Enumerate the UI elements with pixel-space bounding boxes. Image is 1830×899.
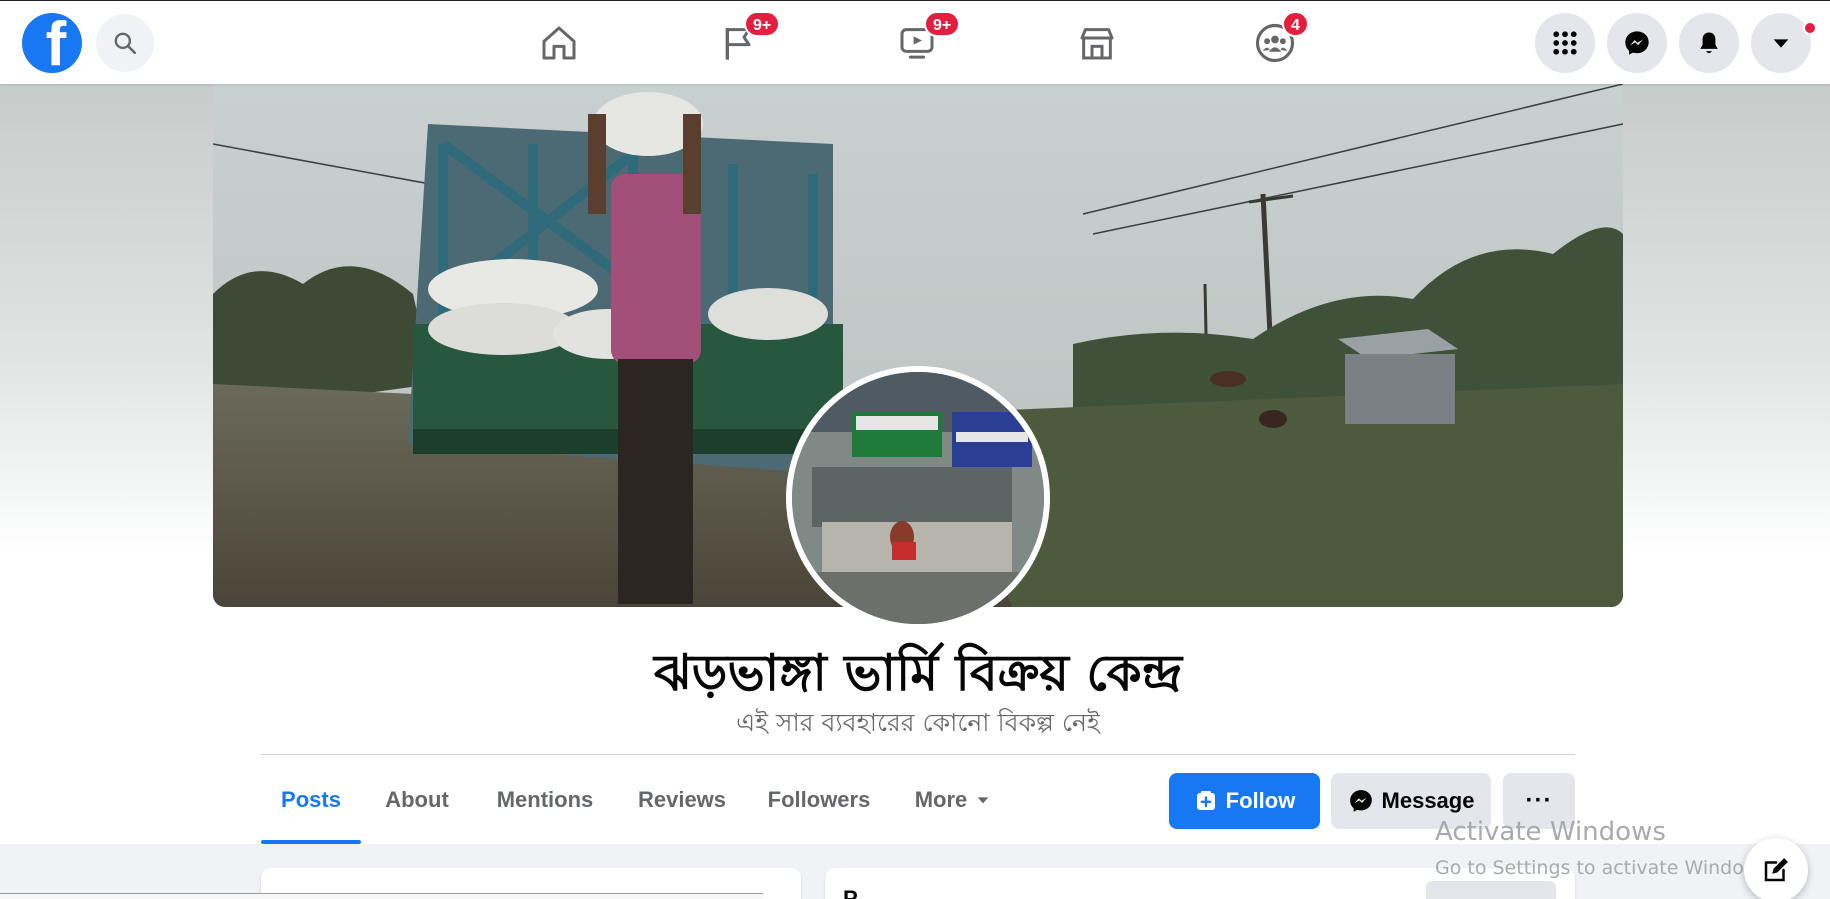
watch-badge: 9+ — [924, 11, 961, 37]
page-subtitle: এই সার ব্যবহারের কোনো বিকল্প নেই — [736, 708, 1100, 737]
menu-button[interactable] — [1535, 13, 1595, 73]
marketplace-icon — [1080, 28, 1114, 60]
search-icon — [114, 32, 137, 55]
taskbar-edge — [0, 893, 763, 899]
message-label: Message — [1381, 788, 1475, 813]
follow-label: Follow — [1225, 788, 1296, 813]
follow-page-icon — [1196, 791, 1215, 810]
tab-label: More — [914, 787, 968, 812]
notifications-button[interactable] — [1679, 13, 1739, 73]
nav-pages[interactable]: 9+ — [674, 1, 804, 85]
grid-menu-icon — [1553, 31, 1577, 55]
pages-badge: 9+ — [744, 11, 781, 37]
bell-icon — [1700, 32, 1718, 54]
tab-more[interactable]: More — [901, 756, 1005, 844]
nav-watch[interactable]: 9+ — [852, 1, 982, 85]
tab-label: Mentions — [496, 787, 594, 812]
tab-followers[interactable]: Followers — [759, 756, 879, 844]
messenger-icon — [1349, 790, 1372, 812]
profile-picture-image — [792, 372, 1044, 624]
top-navigation-bar: f 9+ 9+ 4 — [0, 0, 1830, 84]
profile-picture[interactable] — [786, 366, 1050, 630]
card-title: P — [843, 886, 858, 899]
compose-icon — [1764, 858, 1788, 882]
nav-marketplace[interactable] — [1032, 1, 1162, 85]
account-alert-dot — [1803, 21, 1817, 35]
tab-mentions[interactable]: Mentions — [484, 756, 606, 844]
tab-label: Reviews — [637, 787, 727, 812]
header-divider — [261, 754, 1575, 755]
card-filter-button[interactable] — [1426, 881, 1556, 899]
facebook-logo[interactable]: f — [22, 13, 82, 73]
nav-home[interactable] — [494, 1, 624, 85]
account-button[interactable] — [1751, 13, 1817, 73]
follow-button[interactable]: Follow — [1169, 773, 1320, 829]
tab-label: About — [385, 787, 449, 812]
messenger-button[interactable] — [1607, 13, 1667, 73]
more-options-label: ··· — [1525, 787, 1553, 814]
groups-badge: 4 — [1282, 11, 1309, 37]
nav-groups[interactable]: 4 — [1210, 1, 1340, 85]
messenger-icon — [1625, 31, 1649, 55]
tab-about[interactable]: About — [369, 756, 465, 844]
chevron-down-icon — [1773, 39, 1789, 48]
activate-windows-hint: Go to Settings to activate Windows. — [1435, 857, 1776, 879]
new-message-button[interactable] — [1744, 838, 1808, 899]
tab-label: Posts — [281, 787, 341, 812]
tab-reviews[interactable]: Reviews — [627, 756, 737, 844]
home-icon — [542, 26, 576, 60]
tab-posts[interactable]: Posts — [261, 756, 361, 844]
search-button[interactable] — [96, 14, 154, 72]
tab-label: Followers — [767, 787, 871, 812]
activate-windows-title: Activate Windows — [1435, 817, 1666, 847]
facebook-logo-letter: f — [45, 13, 67, 74]
caret-down-icon — [977, 797, 989, 804]
